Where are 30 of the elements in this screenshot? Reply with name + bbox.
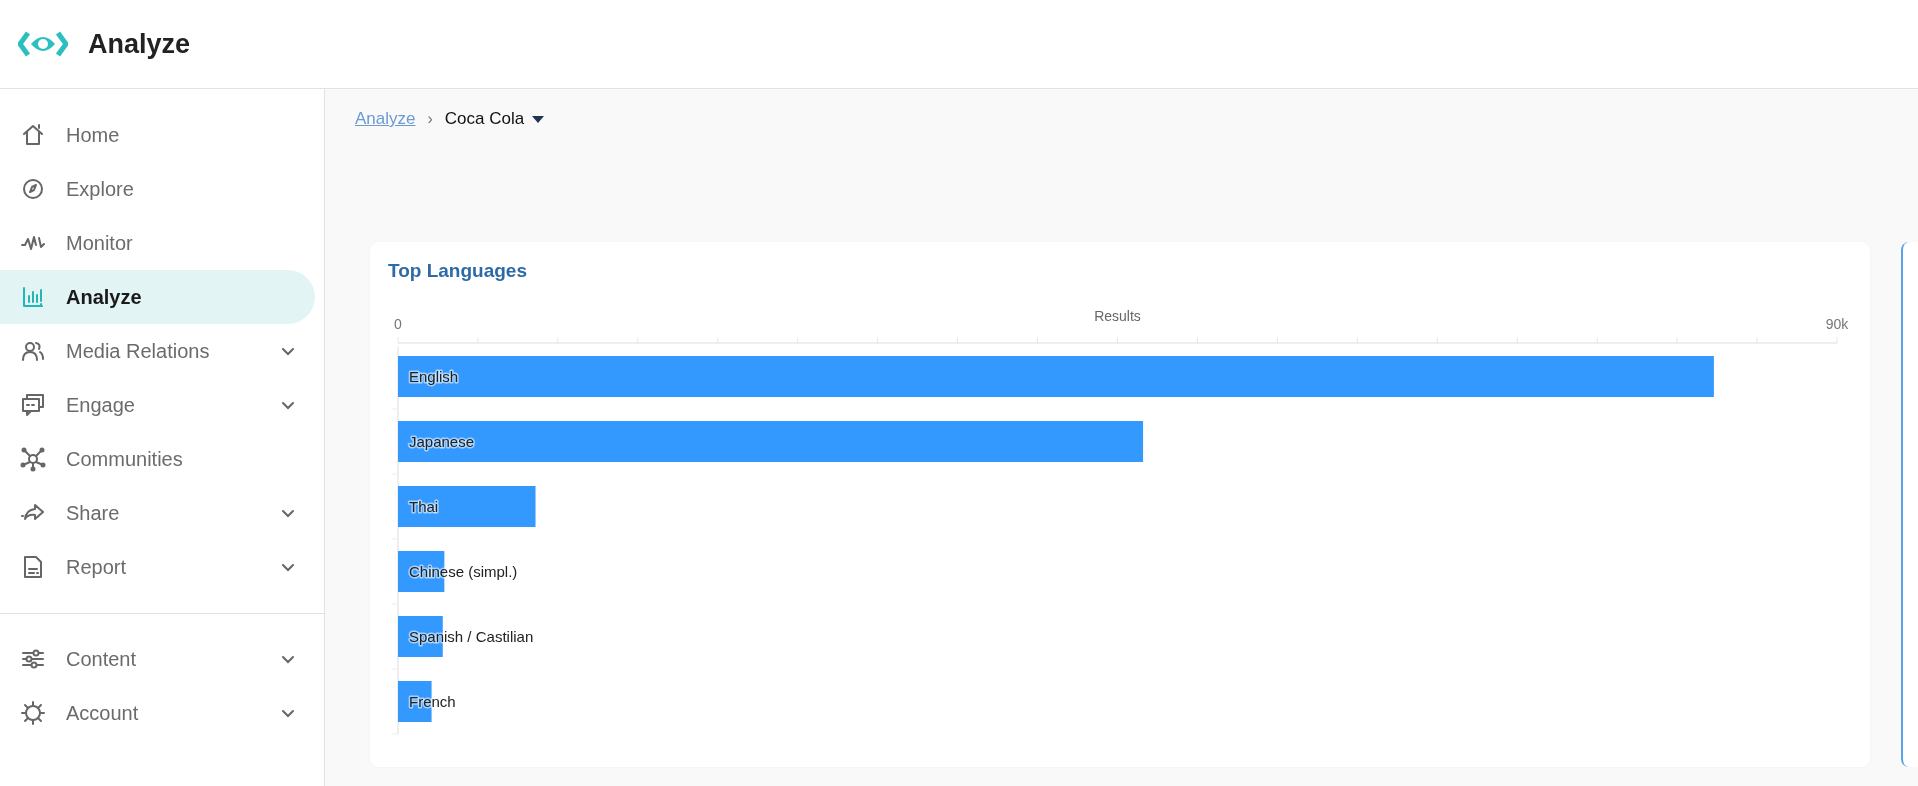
network-icon (20, 446, 46, 472)
chevron-right-icon: › (427, 110, 433, 128)
bar-chart-icon (20, 284, 46, 310)
caret-icon (532, 115, 545, 123)
compass-icon (20, 176, 46, 202)
breadcrumb-link[interactable]: Analyze (355, 109, 416, 129)
axis-tick-label: 0 (394, 316, 402, 332)
card-title: Top Languages (388, 259, 528, 283)
sidebar-item[interactable]: Analyze (0, 270, 315, 324)
bar-label: English (409, 367, 459, 385)
sidebar-item[interactable]: Home (0, 108, 315, 162)
chat-icon (20, 392, 46, 418)
sidebar-item[interactable]: Communities (0, 432, 315, 486)
sidebar-item[interactable]: Report (0, 540, 315, 594)
sidebar-item[interactable]: Content (0, 632, 315, 686)
sidebar-item[interactable]: Monitor (0, 216, 315, 270)
axis-tick-label: 90k (1825, 316, 1849, 332)
sidebar-item[interactable]: Explore (0, 162, 315, 216)
bar-label: Japanese (409, 432, 475, 450)
app-title: Analyze (88, 28, 191, 60)
axis-title: Results (1094, 308, 1141, 324)
logo-icon (18, 31, 68, 57)
sidebar-item[interactable]: Media Relations (0, 324, 315, 378)
home-icon (20, 122, 46, 148)
breadcrumb-dropdown[interactable]: Coca Cola (444, 109, 545, 129)
gear-icon (20, 700, 46, 726)
bar-label: Thai (409, 497, 439, 515)
sidebar-item[interactable]: Account (0, 686, 315, 740)
sidebar-item[interactable]: Share (0, 486, 315, 540)
sidebar-item[interactable]: Engage (0, 378, 315, 432)
